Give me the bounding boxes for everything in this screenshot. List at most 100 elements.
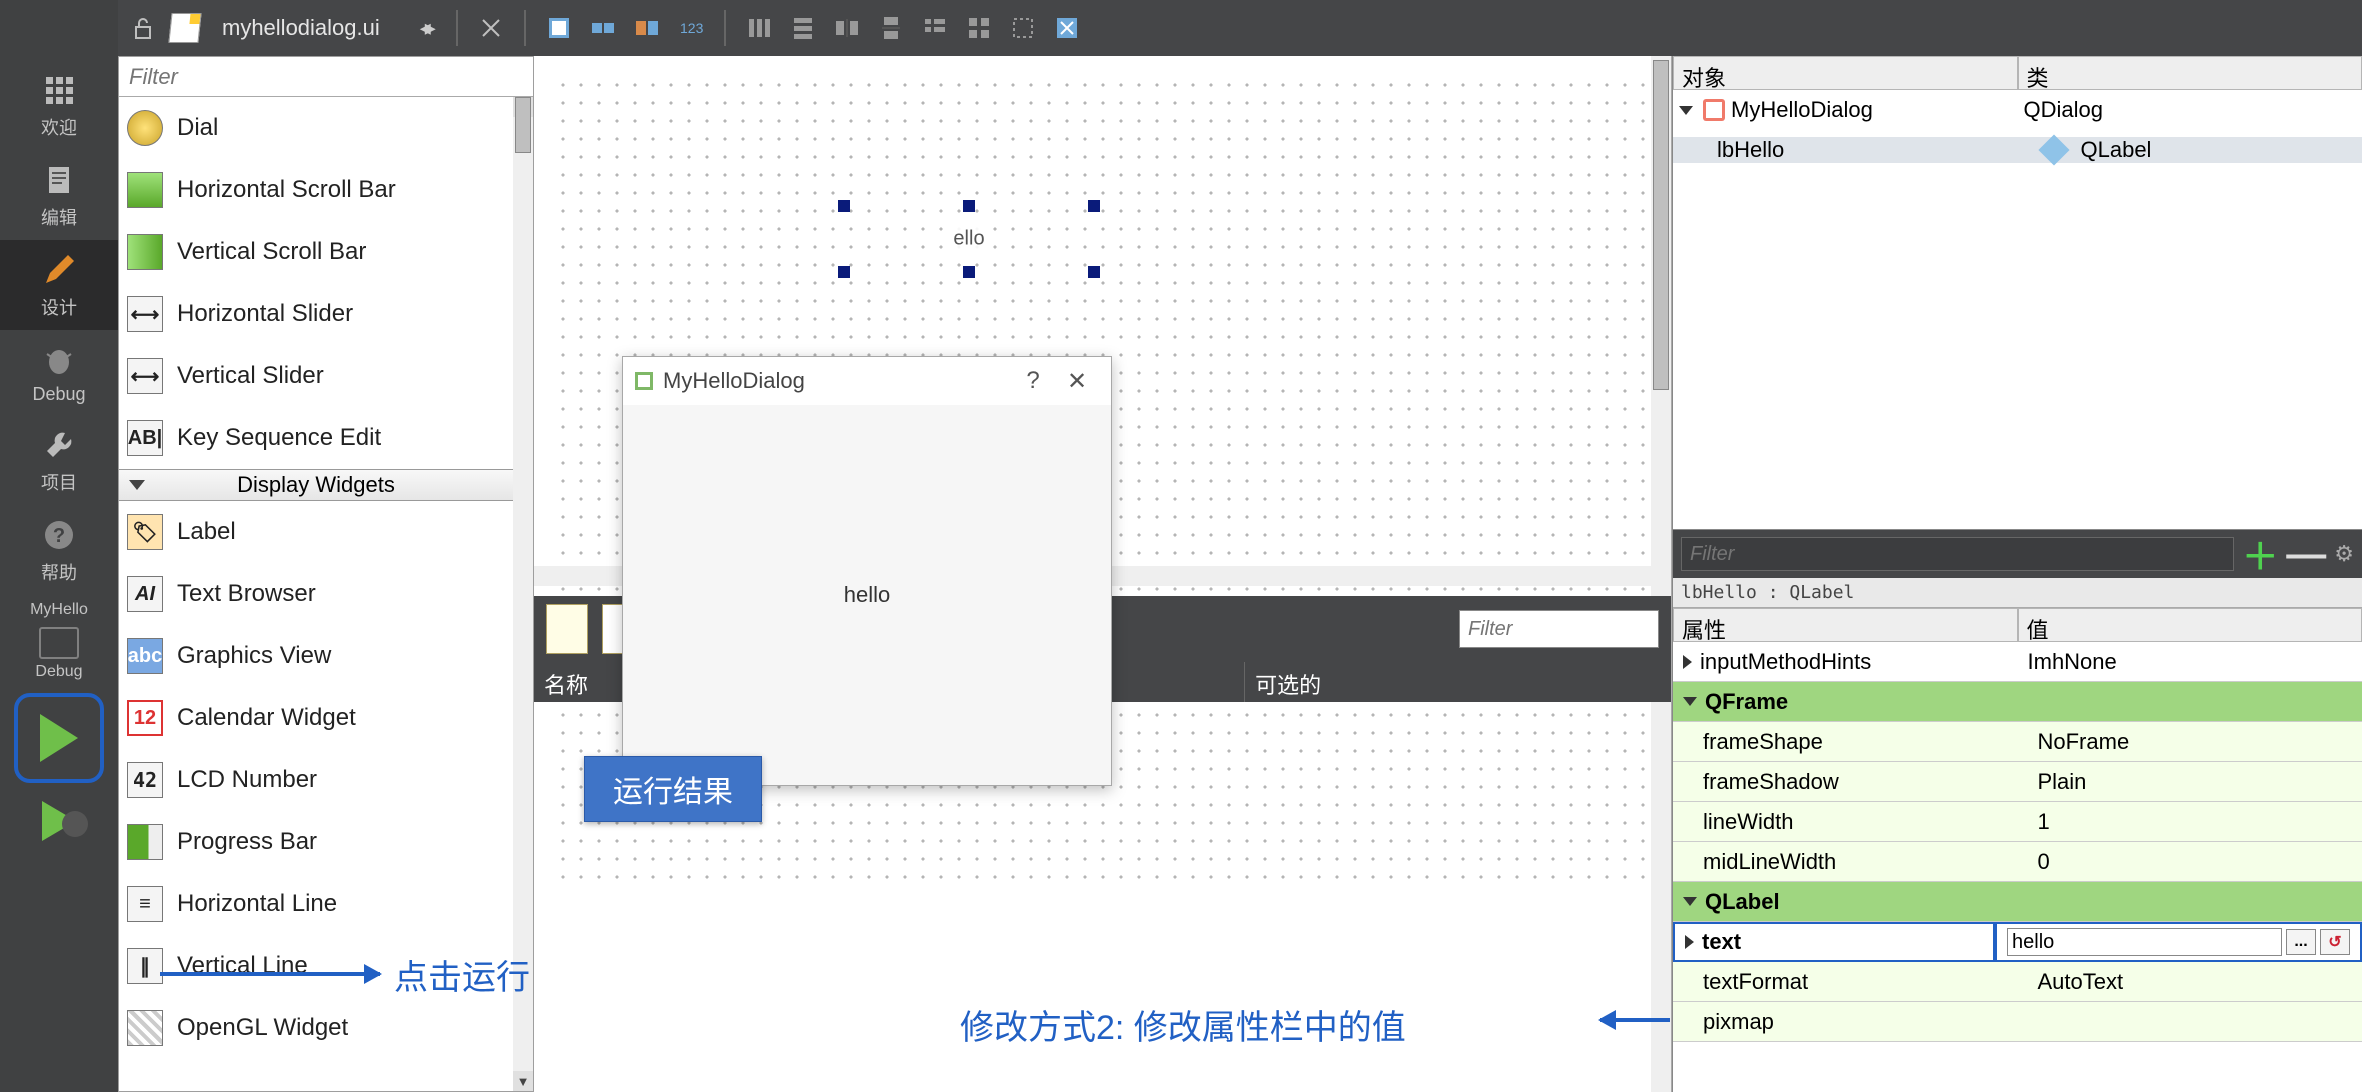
layout-hsplitter-icon[interactable] [830, 11, 864, 45]
svg-text:?: ? [53, 525, 65, 547]
nav-help[interactable]: ? 帮助 [0, 505, 118, 595]
adjust-size-icon[interactable] [1050, 11, 1084, 45]
new-action-icon[interactable] [546, 604, 588, 654]
edit-buddies-icon[interactable] [630, 11, 664, 45]
widget-item[interactable]: 42LCD Number [119, 749, 513, 811]
property-filter-input[interactable] [1681, 537, 2234, 571]
layout-vertical-icon[interactable] [786, 11, 820, 45]
scroll-thumb[interactable] [1653, 60, 1669, 390]
canvas-v-scrollbar[interactable] [1651, 56, 1671, 1092]
nav-welcome[interactable]: 欢迎 [0, 60, 118, 150]
selected-widget[interactable]: ello [844, 206, 1094, 272]
property-row-text[interactable]: text ...↺ [1673, 922, 2362, 962]
tree-row[interactable]: MyHelloDialog QDialog [1673, 90, 2362, 130]
widget-filter-input[interactable] [119, 57, 533, 97]
prop-name: midLineWidth [1673, 842, 2028, 882]
run-button[interactable] [14, 693, 104, 783]
file-switcher-icon[interactable]: ◂▸ [420, 15, 430, 41]
project-name[interactable]: MyHello [30, 601, 88, 619]
annotation-modify2: 修改方式2: 修改属性栏中的值 [960, 1000, 1406, 1049]
widget-item[interactable]: 12Calendar Widget [119, 687, 513, 749]
prop-name: inputMethodHints [1700, 649, 1871, 675]
prop-name: text [1702, 929, 1741, 955]
edit-widgets-icon[interactable] [542, 11, 576, 45]
property-table-header: 属性 值 [1673, 608, 2362, 642]
remove-property-icon[interactable]: ― [2286, 532, 2326, 577]
widget-item[interactable]: AB|Key Sequence Edit [119, 407, 513, 469]
object-class: QDialog [2024, 97, 2103, 123]
widget-item[interactable]: ≡Horizontal Line [119, 873, 513, 935]
scroll-down-icon[interactable]: ▼ [513, 1071, 533, 1091]
widget-item[interactable]: abc Graphics View [119, 625, 513, 687]
layout-form-icon[interactable] [918, 11, 952, 45]
tree-row[interactable]: lbHello QLabel [1673, 130, 2362, 170]
widget-item[interactable]: Horizontal Scroll Bar [119, 159, 513, 221]
chevron-down-icon [1683, 697, 1697, 706]
widget-label: Dial [177, 114, 218, 142]
nav-design-label: 设计 [41, 294, 77, 320]
property-list[interactable]: inputMethodHintsImhNone QFrame frameShap… [1673, 642, 2362, 1042]
widget-item[interactable]: Dial [119, 97, 513, 159]
property-row[interactable]: pixmap [1673, 1002, 2362, 1042]
selected-widget-text: ello [951, 228, 986, 251]
calendar-icon: 12 [127, 700, 163, 736]
property-row[interactable]: midLineWidth0 [1673, 842, 2362, 882]
widget-group-header[interactable]: Display Widgets [119, 469, 513, 501]
run-debug-button[interactable] [42, 801, 76, 841]
action-filter-input[interactable] [1459, 610, 1659, 648]
property-row[interactable]: lineWidth1 [1673, 802, 2362, 842]
settings-icon[interactable]: ⚙ [2334, 541, 2354, 567]
widget-item[interactable]: 🏷Label [119, 501, 513, 563]
property-group[interactable]: QLabel [1673, 882, 2362, 922]
help-button-icon[interactable]: ? [1011, 367, 1055, 395]
text-value-input[interactable] [2007, 928, 2282, 956]
kit-selector[interactable]: Debug [0, 619, 118, 685]
help-icon: ? [39, 515, 79, 555]
layout-grid-icon[interactable] [962, 11, 996, 45]
nav-edit[interactable]: 编辑 [0, 150, 118, 240]
property-row[interactable]: textFormatAutoText [1673, 962, 2362, 1002]
run-preview-window: MyHelloDialog ? ✕ hello [622, 356, 1112, 786]
layout-vsplitter-icon[interactable] [874, 11, 908, 45]
nav-design[interactable]: 设计 [0, 240, 118, 330]
lock-icon[interactable] [126, 11, 160, 45]
hslider-icon: ⟷ [127, 296, 163, 332]
close-file-icon[interactable] [474, 11, 508, 45]
edit-tab-order-icon[interactable]: 123 [674, 11, 708, 45]
property-row[interactable]: inputMethodHintsImhNone [1673, 642, 2362, 682]
prop-value: Plain [2028, 762, 2362, 802]
hscrollbar-icon [127, 172, 163, 208]
window-titlebar[interactable]: MyHelloDialog ? ✕ [623, 357, 1111, 405]
graphicsview-icon: abc [127, 638, 163, 674]
break-layout-icon[interactable] [1006, 11, 1040, 45]
widget-item[interactable]: Progress Bar [119, 811, 513, 873]
close-icon[interactable]: ✕ [1055, 367, 1099, 396]
layout-horizontal-icon[interactable] [742, 11, 776, 45]
edit-signals-icon[interactable] [586, 11, 620, 45]
group-name: QFrame [1705, 689, 1788, 715]
widget-item[interactable]: ⟷Vertical Slider [119, 345, 513, 407]
widget-item[interactable]: Vertical Scroll Bar [119, 221, 513, 283]
prop-name: frameShape [1673, 722, 2028, 762]
nav-debug[interactable]: Debug [0, 330, 118, 415]
nav-project[interactable]: 项目 [0, 415, 118, 505]
reset-button[interactable]: ↺ [2320, 929, 2350, 955]
add-property-icon[interactable]: ＋ [2242, 528, 2278, 580]
widget-item[interactable]: AIText Browser [119, 563, 513, 625]
widget-item[interactable]: ⟷Horizontal Slider [119, 283, 513, 345]
widget-scrollbar[interactable]: ▲ ▼ [513, 97, 533, 1091]
more-button[interactable]: ... [2286, 929, 2316, 955]
widget-item[interactable]: OpenGL Widget [119, 997, 513, 1059]
ui-file-icon [168, 13, 201, 43]
property-row[interactable]: frameShapeNoFrame [1673, 722, 2362, 762]
widget-label: Graphics View [177, 642, 331, 670]
design-canvas[interactable]: ello 名称 可选的 [534, 56, 1672, 1092]
property-toolbar: ＋ ― ⚙ [1673, 530, 2362, 578]
scroll-thumb[interactable] [515, 97, 531, 153]
widget-label: Text Browser [177, 580, 316, 608]
property-row[interactable]: frameShadowPlain [1673, 762, 2362, 802]
label-icon: 🏷 [127, 514, 163, 550]
property-group[interactable]: QFrame [1673, 682, 2362, 722]
object-tree[interactable]: MyHelloDialog QDialog lbHello QLabel [1673, 90, 2362, 530]
dial-icon [127, 110, 163, 146]
